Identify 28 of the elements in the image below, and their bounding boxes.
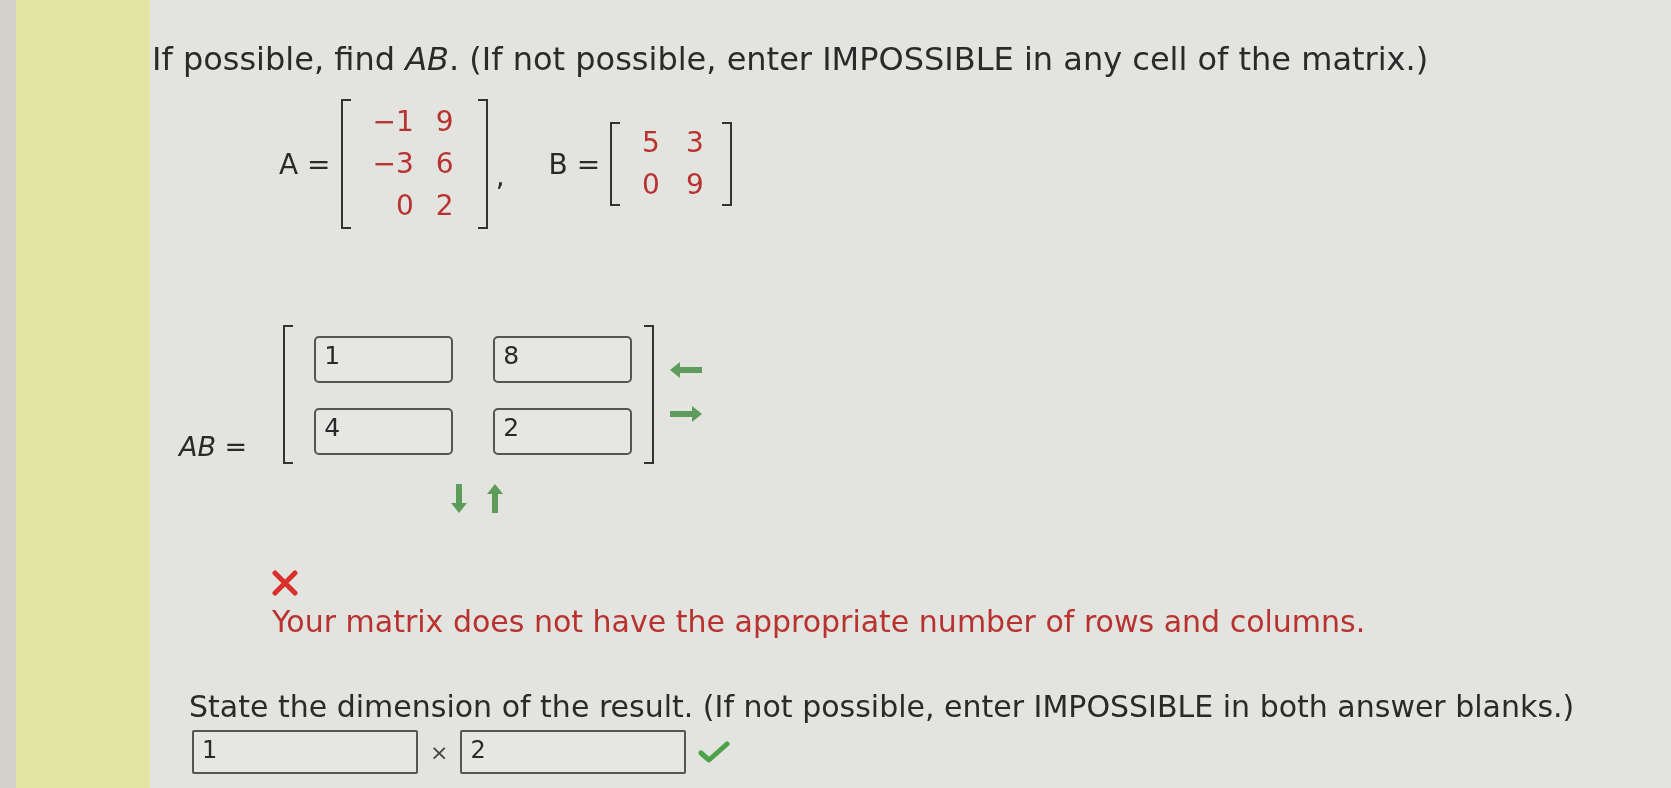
down-arrow-icon[interactable] — [450, 484, 467, 513]
matrix-label: B = — [548, 147, 601, 181]
matrix-entry: 2 — [435, 188, 454, 224]
columns-input-field[interactable]: 2 — [460, 730, 687, 774]
matrix-entry: 3 — [685, 125, 704, 161]
matrix-entry: −3 — [372, 146, 414, 182]
matrix-entry-field[interactable]: 8 — [493, 336, 633, 383]
rows-input-field[interactable]: 1 — [192, 730, 418, 774]
matrix-entry-field[interactable]: 4 — [314, 408, 454, 455]
up-arrow-icon[interactable] — [486, 484, 503, 513]
matrix-entry-field[interactable]: 1 — [314, 336, 454, 383]
matrix-entry-field[interactable]: 2 — [493, 408, 633, 455]
matrix-entry: −1 — [372, 104, 414, 140]
matrix-entry: 6 — [435, 146, 454, 182]
matrix-entry: 9 — [685, 167, 704, 203]
right-arrow-icon[interactable] — [670, 406, 703, 422]
dimension-prompt: State the dimension of the result. (If not possible, enter IMPOSSIBLE in both answer blanks.) — [189, 689, 1575, 724]
times-sign: × — [430, 739, 449, 765]
matrix-entry: 5 — [642, 125, 660, 161]
left-arrow-icon[interactable] — [670, 362, 703, 378]
matrix-entry: 0 — [395, 188, 414, 224]
matrix-label: AB = — [179, 431, 248, 462]
matrix-entry: 9 — [435, 104, 454, 140]
matrix-entry: 0 — [642, 167, 660, 203]
question-text: If possible, find AB. (If not possible, enter IMPOSSIBLE in any cell of the matrix.) — [152, 40, 1429, 78]
feedback-message: Your matrix does not have the appropriate number of rows and columns. — [272, 604, 1366, 639]
comma-text: , — [495, 159, 505, 193]
matrix-label: A = — [279, 147, 331, 181]
